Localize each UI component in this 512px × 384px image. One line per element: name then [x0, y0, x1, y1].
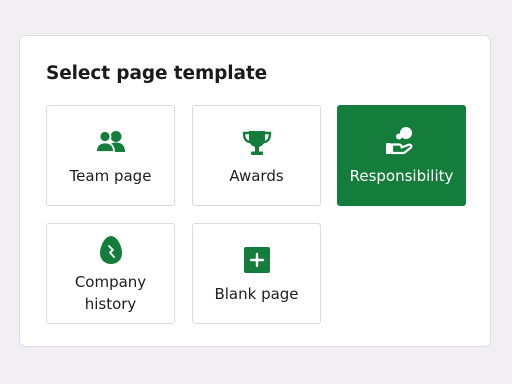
- team-icon: [94, 130, 125, 153]
- template-tile-team-page[interactable]: Team page: [46, 105, 175, 206]
- egg-icon: [99, 236, 122, 264]
- template-label-responsibility: Responsibility: [349, 167, 454, 185]
- template-label-awards: Awards: [229, 167, 284, 185]
- dialog-title: Select page template: [46, 63, 268, 84]
- template-tile-awards[interactable]: Awards: [192, 105, 321, 206]
- template-tile-responsibility[interactable]: Responsibility: [337, 105, 466, 206]
- template-label-team-page: Team page: [69, 167, 152, 185]
- template-tile-company-history[interactable]: Company history: [46, 223, 175, 324]
- hand-coin-icon: [385, 127, 412, 155]
- template-tile-blank-page[interactable]: Blank page: [192, 223, 321, 324]
- template-label-blank-page: Blank page: [214, 285, 299, 303]
- template-label-company-history: Company history: [74, 273, 147, 313]
- trophy-icon: [242, 131, 271, 155]
- select-template-dialog: Select page template Team page Awards Re: [19, 35, 491, 347]
- plus-square-icon: [243, 247, 270, 273]
